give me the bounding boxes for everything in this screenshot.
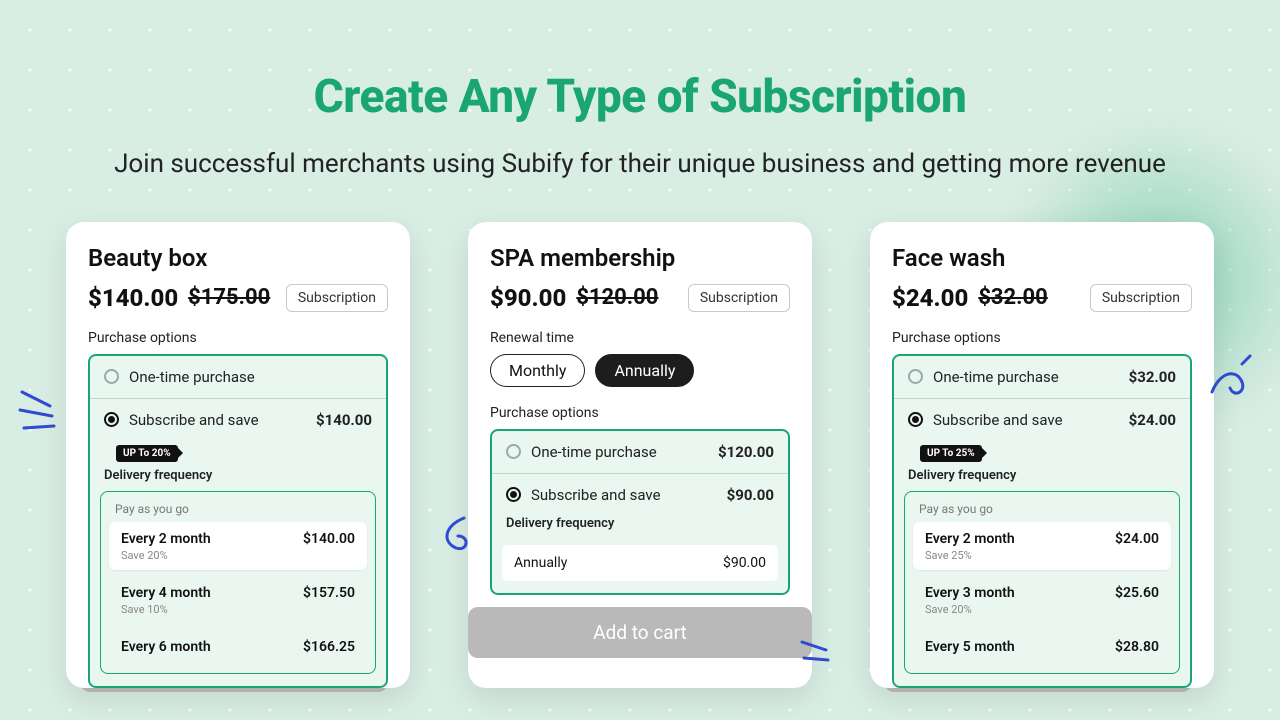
frequency-option[interactable]: Every 3 month $25.60 Save 20% — [913, 576, 1171, 624]
page-title: Create Any Type of Subscription — [0, 70, 1280, 124]
option-subscribe[interactable]: Subscribe and save $90.00 — [492, 474, 788, 516]
option-label: Subscribe and save — [933, 411, 1119, 429]
old-price: $175.00 — [188, 285, 270, 310]
frequency-option[interactable]: Every 6 month $166.25 — [109, 630, 367, 663]
subscription-badge[interactable]: Subscription — [286, 284, 388, 312]
frequency-option[interactable]: Every 5 month $28.80 — [913, 630, 1171, 663]
freq-label: Every 4 month — [121, 585, 211, 601]
card-title: Face wash — [892, 244, 1192, 272]
current-price: $140.00 — [88, 284, 178, 312]
option-price: $140.00 — [316, 411, 372, 429]
option-label: One-time purchase — [933, 368, 1119, 386]
purchase-options-panel: One-time purchase Subscribe and save $14… — [88, 354, 388, 688]
freq-price: $90.00 — [723, 555, 766, 571]
frequency-option[interactable]: Every 2 month $24.00 Save 25% — [913, 522, 1171, 570]
purchase-options-panel: One-time purchase $32.00 Subscribe and s… — [892, 354, 1192, 688]
radio-icon — [506, 444, 521, 459]
freq-price: $140.00 — [303, 531, 355, 547]
purchase-options-label: Purchase options — [892, 330, 1192, 346]
pay-as-you-go-label: Pay as you go — [109, 500, 367, 522]
card-title: SPA membership — [490, 244, 790, 272]
renewal-time-label: Renewal time — [490, 330, 790, 346]
card-row: Beauty box $140.00 $175.00 Subscription … — [0, 222, 1280, 688]
radio-selected-icon — [104, 412, 119, 427]
frequency-option[interactable]: Annually $90.00 — [502, 545, 778, 581]
card-title: Beauty box — [88, 244, 388, 272]
option-subscribe[interactable]: Subscribe and save $140.00 — [90, 399, 386, 441]
renewal-monthly[interactable]: Monthly — [490, 354, 585, 387]
option-label: Subscribe and save — [129, 411, 306, 429]
freq-price: $24.00 — [1115, 531, 1159, 547]
option-label: Subscribe and save — [531, 486, 717, 504]
subscription-badge[interactable]: Subscription — [688, 284, 790, 312]
card-beauty-box: Beauty box $140.00 $175.00 Subscription … — [66, 222, 410, 688]
purchase-options-label: Purchase options — [490, 405, 790, 421]
current-price: $24.00 — [892, 284, 968, 312]
freq-price: $157.50 — [303, 585, 355, 601]
freq-save: Save 20% — [925, 603, 1159, 616]
freq-price: $166.25 — [303, 639, 355, 655]
option-price: $24.00 — [1129, 411, 1176, 429]
freq-save: Save 20% — [121, 549, 355, 562]
option-price: $90.00 — [727, 486, 774, 504]
option-price: $32.00 — [1129, 368, 1176, 386]
radio-selected-icon — [908, 412, 923, 427]
freq-label: Every 5 month — [925, 639, 1015, 655]
option-label: One-time purchase — [129, 368, 372, 386]
frequency-option[interactable]: Every 2 month $140.00 Save 20% — [109, 522, 367, 570]
delivery-frequency-label: Delivery frequency — [90, 468, 386, 491]
frequency-box: Pay as you go Every 2 month $140.00 Save … — [100, 491, 376, 674]
option-subscribe[interactable]: Subscribe and save $24.00 — [894, 399, 1190, 441]
old-price: $32.00 — [978, 285, 1048, 310]
current-price: $90.00 — [490, 284, 566, 312]
purchase-options-label: Purchase options — [88, 330, 388, 346]
option-price: $120.00 — [718, 443, 774, 461]
save-tag: UP To 25% — [920, 445, 982, 462]
freq-price: $28.80 — [1115, 639, 1159, 655]
delivery-frequency-label: Delivery frequency — [492, 516, 788, 539]
freq-save: Save 25% — [925, 549, 1159, 562]
radio-icon — [908, 369, 923, 384]
freq-label: Annually — [514, 555, 567, 571]
freq-label: Every 6 month — [121, 639, 211, 655]
add-to-cart-button[interactable]: Add to cart — [468, 607, 812, 658]
option-one-time[interactable]: One-time purchase — [90, 356, 386, 399]
freq-label: Every 2 month — [925, 531, 1015, 547]
freq-label: Every 2 month — [121, 531, 211, 547]
card-spa-membership: SPA membership $90.00 $120.00 Subscripti… — [468, 222, 812, 688]
option-one-time[interactable]: One-time purchase $120.00 — [492, 431, 788, 474]
freq-label: Every 3 month — [925, 585, 1015, 601]
option-one-time[interactable]: One-time purchase $32.00 — [894, 356, 1190, 399]
page-subtitle: Join successful merchants using Subify f… — [0, 146, 1280, 184]
pay-as-you-go-label: Pay as you go — [913, 500, 1171, 522]
save-tag: UP To 20% — [116, 445, 178, 462]
freq-price: $25.60 — [1115, 585, 1159, 601]
subscription-badge[interactable]: Subscription — [1090, 284, 1192, 312]
frequency-option[interactable]: Every 4 month $157.50 Save 10% — [109, 576, 367, 624]
card-face-wash: Face wash $24.00 $32.00 Subscription Pur… — [870, 222, 1214, 688]
freq-save: Save 10% — [121, 603, 355, 616]
frequency-box: Pay as you go Every 2 month $24.00 Save 2… — [904, 491, 1180, 674]
purchase-options-panel: One-time purchase $120.00 Subscribe and … — [490, 429, 790, 595]
delivery-frequency-label: Delivery frequency — [894, 468, 1190, 491]
old-price: $120.00 — [576, 285, 658, 310]
option-label: One-time purchase — [531, 443, 708, 461]
radio-icon — [104, 369, 119, 384]
renewal-annually[interactable]: Annually — [595, 354, 694, 387]
radio-selected-icon — [506, 487, 521, 502]
